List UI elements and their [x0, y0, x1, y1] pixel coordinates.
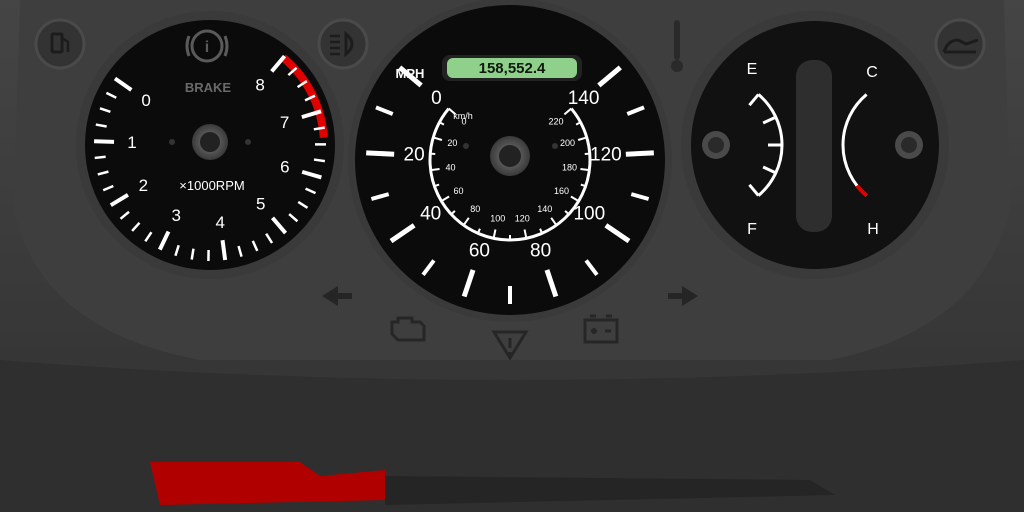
fuel-full-label: F [747, 221, 757, 238]
temp-cold-label: C [866, 64, 878, 81]
tach-number: 1 [127, 133, 136, 152]
fuel-pivot-center [708, 137, 724, 153]
tach-minor-tick [313, 158, 326, 163]
spd-screw [552, 143, 558, 149]
kmh-number: 20 [447, 138, 457, 148]
door-open-icon [934, 18, 986, 70]
tach-number: 8 [255, 76, 264, 95]
mph-number: 120 [590, 145, 622, 166]
rpm-unit-label: ×1000RPM [179, 178, 244, 193]
tach-screw [169, 139, 175, 145]
tach-minor-tick [94, 155, 106, 160]
tach-number: 2 [139, 176, 148, 195]
kmh-number: 80 [470, 204, 480, 214]
mph-number: 80 [530, 241, 551, 262]
odometer-value: 158,552.4 [479, 60, 546, 77]
temp-hot-label: H [867, 221, 879, 238]
kmh-tick [430, 167, 440, 172]
mph-major-tick [366, 150, 395, 157]
tach-major-tick [93, 139, 115, 144]
instrument-cluster: 0123 45678 BRAKE ×1000RPM 0204060 80100120… [0, 0, 1024, 512]
fuel-pump-icon [34, 18, 86, 70]
mph-number: 20 [404, 145, 425, 166]
mph-number: 0 [431, 88, 442, 109]
kmh-tick [580, 167, 590, 172]
tach-number: 4 [215, 213, 224, 232]
tach-minor-tick [313, 126, 325, 131]
kmh-number: 220 [548, 116, 563, 126]
kmh-number: 120 [515, 214, 530, 224]
tach-number: 3 [172, 206, 181, 225]
mph-number: 140 [568, 88, 600, 109]
spd-screw [463, 143, 469, 149]
kmh-unit-label: km/h [453, 111, 473, 121]
mph-number: 60 [469, 241, 490, 262]
kmh-number: 60 [454, 186, 464, 196]
tach-number: 5 [256, 195, 265, 214]
kmh-number: 100 [490, 214, 505, 224]
brake-label: BRAKE [185, 80, 232, 95]
mph-label: MPH [396, 66, 425, 81]
kmh-number: 140 [537, 204, 552, 214]
trip-reset-knob [671, 60, 683, 72]
tach-number: 6 [280, 157, 289, 176]
fuel-empty-label: E [747, 61, 758, 78]
mph-major-tick [625, 150, 654, 157]
kmh-number: 200 [560, 138, 575, 148]
tach-number: 0 [141, 91, 150, 110]
temp-pivot-center [901, 137, 917, 153]
center-divider [796, 60, 832, 232]
svg-text:i: i [205, 39, 209, 56]
mph-number: 100 [573, 204, 605, 225]
mph-number: 40 [420, 204, 441, 225]
tach-minor-tick [190, 248, 195, 260]
tach-number: 7 [280, 113, 289, 132]
kmh-number: 160 [554, 186, 569, 196]
trip-reset-stalk [674, 20, 680, 60]
headlight-icon [317, 18, 369, 70]
speedometer-hub-center [499, 145, 521, 167]
tach-major-tick [220, 239, 228, 261]
kmh-number: 40 [445, 163, 455, 173]
tach-screw [245, 139, 251, 145]
kmh-number: 180 [562, 163, 577, 173]
tachometer-hub-center [200, 132, 220, 152]
